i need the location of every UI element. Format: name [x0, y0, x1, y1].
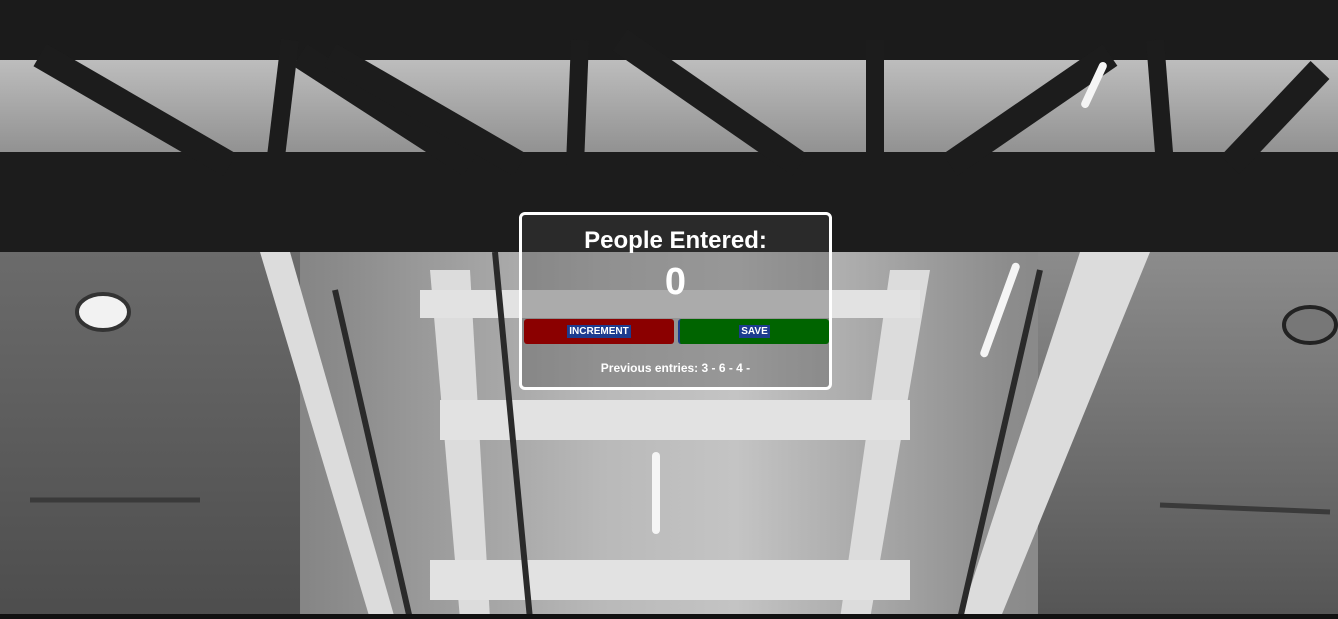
counter-value: 0 — [664, 261, 687, 303]
counter-title: People Entered: — [584, 227, 767, 254]
previous-entries: Previous entries: 3 - 6 - 4 - — [600, 361, 751, 375]
people-counter-card: People Entered: 0 INCREMENT SAVE Previou… — [519, 212, 832, 390]
app-root: People Entered: 0 INCREMENT SAVE Previou… — [0, 0, 1338, 619]
save-button-label: SAVE — [739, 325, 770, 338]
increment-button[interactable]: INCREMENT — [524, 319, 674, 344]
increment-button-label: INCREMENT — [567, 325, 631, 338]
save-button[interactable]: SAVE — [678, 319, 829, 344]
